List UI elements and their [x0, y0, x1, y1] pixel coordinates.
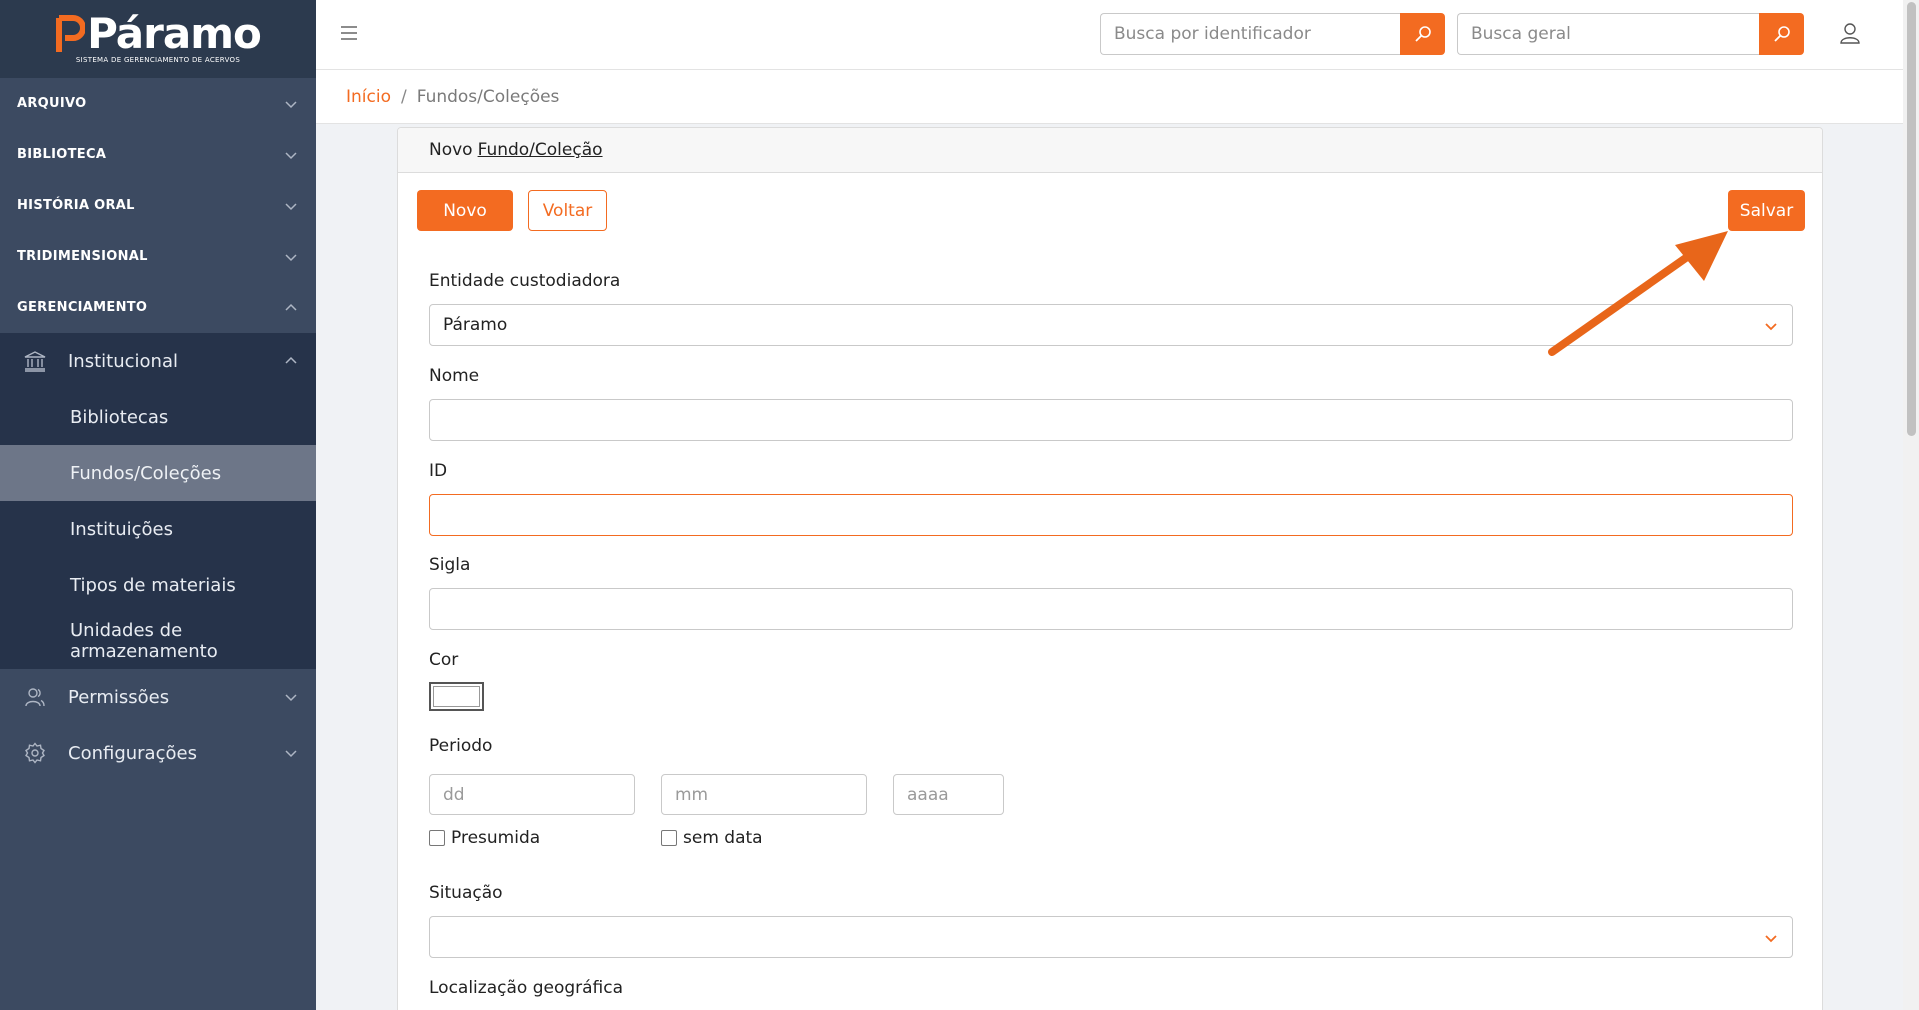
cor-label: Cor: [429, 650, 459, 670]
new-button[interactable]: Novo: [417, 190, 513, 231]
situacao-label: Situação: [429, 883, 503, 903]
gear-icon: [22, 740, 48, 766]
nav-section-label: HISTÓRIA ORAL: [17, 198, 135, 213]
logo-tagline: SISTEMA DE GERENCIAMENTO DE ACERVOS: [75, 56, 241, 64]
id-input[interactable]: [429, 494, 1793, 536]
search-icon: [1414, 26, 1431, 42]
search-general-group: [1457, 13, 1804, 55]
sidebar-item-label: Permissões: [68, 686, 170, 708]
presumida-checkbox-row[interactable]: Presumida: [429, 828, 540, 848]
sidebar-item-instituicoes[interactable]: Instituições: [0, 501, 316, 557]
nav-group-institucional: Institucional Bibliotecas Fundos/Coleçõe…: [0, 333, 316, 669]
nome-label: Nome: [429, 366, 480, 386]
logo-name: Páramo: [87, 9, 262, 58]
period-year-input[interactable]: aaaa: [893, 774, 1004, 815]
logo[interactable]: Páramo SISTEMA DE GERENCIAMENTO DE ACERV…: [0, 0, 316, 78]
nav-section-label: BIBLIOTECA: [17, 147, 107, 162]
page-scrollbar[interactable]: [1903, 0, 1919, 1010]
localizacao-label: Localização geográfica: [429, 978, 624, 998]
scrollbar-thumb[interactable]: [1907, 2, 1916, 436]
users-icon: [22, 684, 48, 710]
card-title: Novo Fundo/Coleção: [398, 128, 1822, 173]
id-label: ID: [429, 461, 448, 481]
chevron-up-icon: [285, 356, 297, 364]
sidebar-item-unidades-de-armazenamento[interactable]: Unidades de armazenamento: [0, 613, 316, 669]
nav-section-historia-oral[interactable]: HISTÓRIA ORAL: [0, 180, 316, 231]
nav-section-gerenciamento[interactable]: GERENCIAMENTO: [0, 282, 316, 333]
chevron-up-icon: [285, 303, 297, 311]
back-button[interactable]: Voltar: [528, 190, 607, 231]
breadcrumb-home-link[interactable]: Início: [346, 87, 391, 107]
nav-section-tridimensional[interactable]: TRIDIMENSIONAL: [0, 231, 316, 282]
color-swatch-fill: [433, 686, 480, 707]
chevron-down-icon: [1765, 323, 1777, 331]
sidebar-item-configuracoes[interactable]: Configurações: [0, 725, 316, 781]
period-month-input[interactable]: mm: [661, 774, 867, 815]
situacao-select[interactable]: [429, 916, 1793, 958]
sem-data-label: sem data: [683, 828, 763, 848]
bank-icon: [22, 348, 48, 374]
color-picker[interactable]: [429, 682, 484, 711]
nome-input[interactable]: [429, 399, 1793, 441]
nav-section-biblioteca[interactable]: BIBLIOTECA: [0, 129, 316, 180]
sidebar-item-bibliotecas[interactable]: Bibliotecas: [0, 389, 316, 445]
sem-data-checkbox-row[interactable]: sem data: [661, 828, 763, 848]
logo-mark-icon: [55, 14, 87, 54]
search-by-id-button[interactable]: [1400, 13, 1445, 55]
card-title-link[interactable]: Fundo/Coleção: [478, 140, 603, 160]
nav-section-label: TRIDIMENSIONAL: [17, 249, 148, 264]
entidade-label: Entidade custodiadora: [429, 271, 621, 291]
chevron-down-icon: [285, 750, 297, 758]
chevron-down-icon: [285, 100, 297, 108]
search-by-id-input[interactable]: [1100, 13, 1400, 55]
period-day-input[interactable]: dd: [429, 774, 635, 815]
sidebar-item-label: Configurações: [68, 742, 197, 764]
chevron-down-icon: [285, 202, 297, 210]
sidebar-item-institucional[interactable]: Institucional: [0, 333, 316, 389]
presumida-label: Presumida: [451, 828, 541, 848]
entidade-select-value: Páramo: [443, 315, 508, 335]
breadcrumb: Início / Fundos/Coleções: [316, 70, 1903, 124]
logo-wordmark: Páramo: [55, 9, 262, 58]
search-icon: [1773, 26, 1790, 42]
sem-data-checkbox[interactable]: [661, 830, 677, 846]
chevron-down-icon: [285, 253, 297, 261]
user-icon[interactable]: [1839, 22, 1861, 44]
hamburger-menu-icon[interactable]: [340, 24, 358, 42]
presumida-checkbox[interactable]: [429, 830, 445, 846]
chevron-down-icon: [1765, 935, 1777, 943]
nav-section-label: ARQUIVO: [17, 96, 87, 111]
search-general-input[interactable]: [1457, 13, 1759, 55]
sidebar-item-permissoes[interactable]: Permissões: [0, 669, 316, 725]
nav-section-arquivo[interactable]: ARQUIVO: [0, 78, 316, 129]
top-header: [316, 0, 1903, 70]
sigla-label: Sigla: [429, 555, 471, 575]
sidebar: Páramo SISTEMA DE GERENCIAMENTO DE ACERV…: [0, 0, 316, 1010]
sigla-input[interactable]: [429, 588, 1793, 630]
breadcrumb-separator: /: [400, 86, 407, 107]
sidebar-item-tipos-de-materiais[interactable]: Tipos de materiais: [0, 557, 316, 613]
sidebar-item-fundos-colecoes[interactable]: Fundos/Coleções: [0, 445, 316, 501]
annotation-arrow-icon: [1548, 231, 1728, 356]
chevron-down-icon: [285, 151, 297, 159]
card-title-prefix: Novo: [429, 140, 473, 160]
breadcrumb-current: Fundos/Coleções: [416, 86, 560, 107]
search-general-button[interactable]: [1759, 13, 1804, 55]
sidebar-item-label: Institucional: [68, 350, 178, 372]
chevron-down-icon: [285, 694, 297, 702]
periodo-label: Periodo: [429, 736, 493, 756]
search-by-id-group: [1100, 13, 1445, 55]
nav-section-label: GERENCIAMENTO: [17, 300, 148, 315]
